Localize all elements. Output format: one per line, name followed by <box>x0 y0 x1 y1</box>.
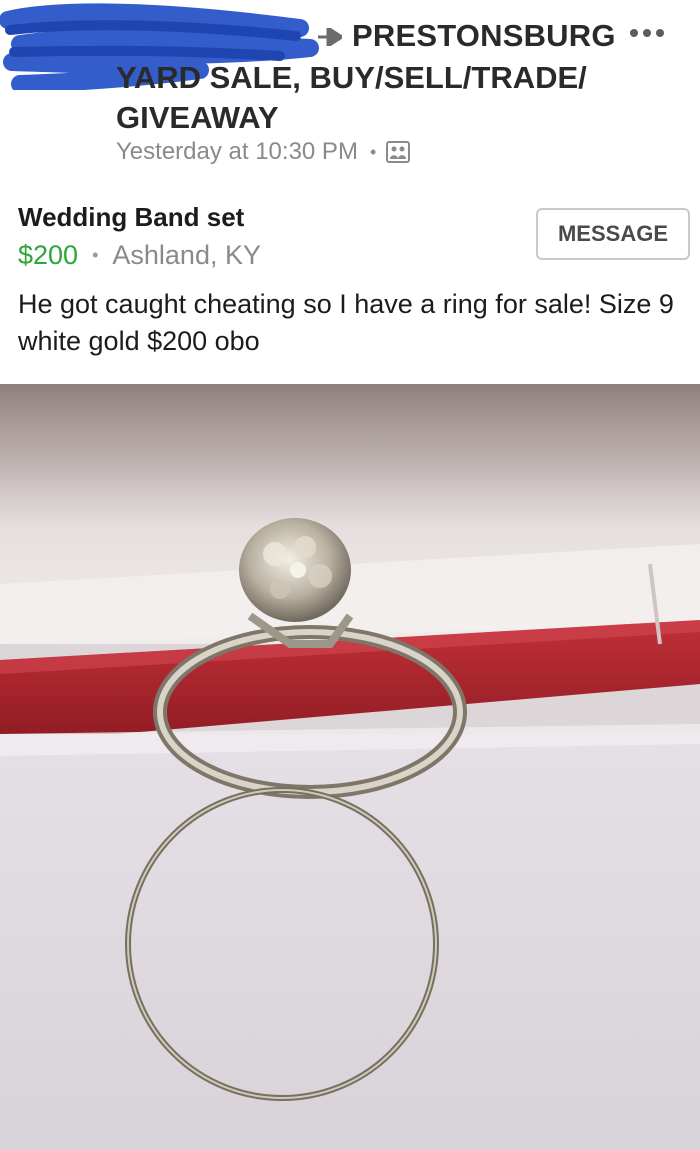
separator-dot: • <box>92 245 99 265</box>
listing-photo[interactable] <box>0 384 700 1150</box>
listing-price: $200 <box>18 240 79 270</box>
post-header: PRESTONSBURG YARD SALE, BUY/SELL/TRADE/ … <box>0 0 700 180</box>
listing-location: Ashland, KY <box>112 240 261 270</box>
group-name-continued[interactable]: YARD SALE, BUY/SELL/TRADE/ GIVEAWAY <box>116 58 636 138</box>
message-button[interactable]: MESSAGE <box>536 208 690 260</box>
listing-description: He got caught cheating so I have a ring … <box>18 289 674 356</box>
price-location-row: $200 • Ashland, KY <box>18 240 261 271</box>
arrow-right-icon <box>318 28 342 46</box>
group-name[interactable]: PRESTONSBURG <box>352 18 616 54</box>
listing-title[interactable]: Wedding Band set <box>18 202 244 233</box>
separator-dot: • <box>369 141 377 162</box>
post-meta: Yesterday at 10:30 PM • <box>116 138 411 166</box>
post-timestamp[interactable]: Yesterday at 10:30 PM <box>116 138 358 166</box>
marketplace-listing: Wedding Band set $200 • Ashland, KY MESS… <box>0 180 700 384</box>
more-options-icon[interactable] <box>630 24 680 44</box>
group-audience-icon <box>386 141 411 163</box>
